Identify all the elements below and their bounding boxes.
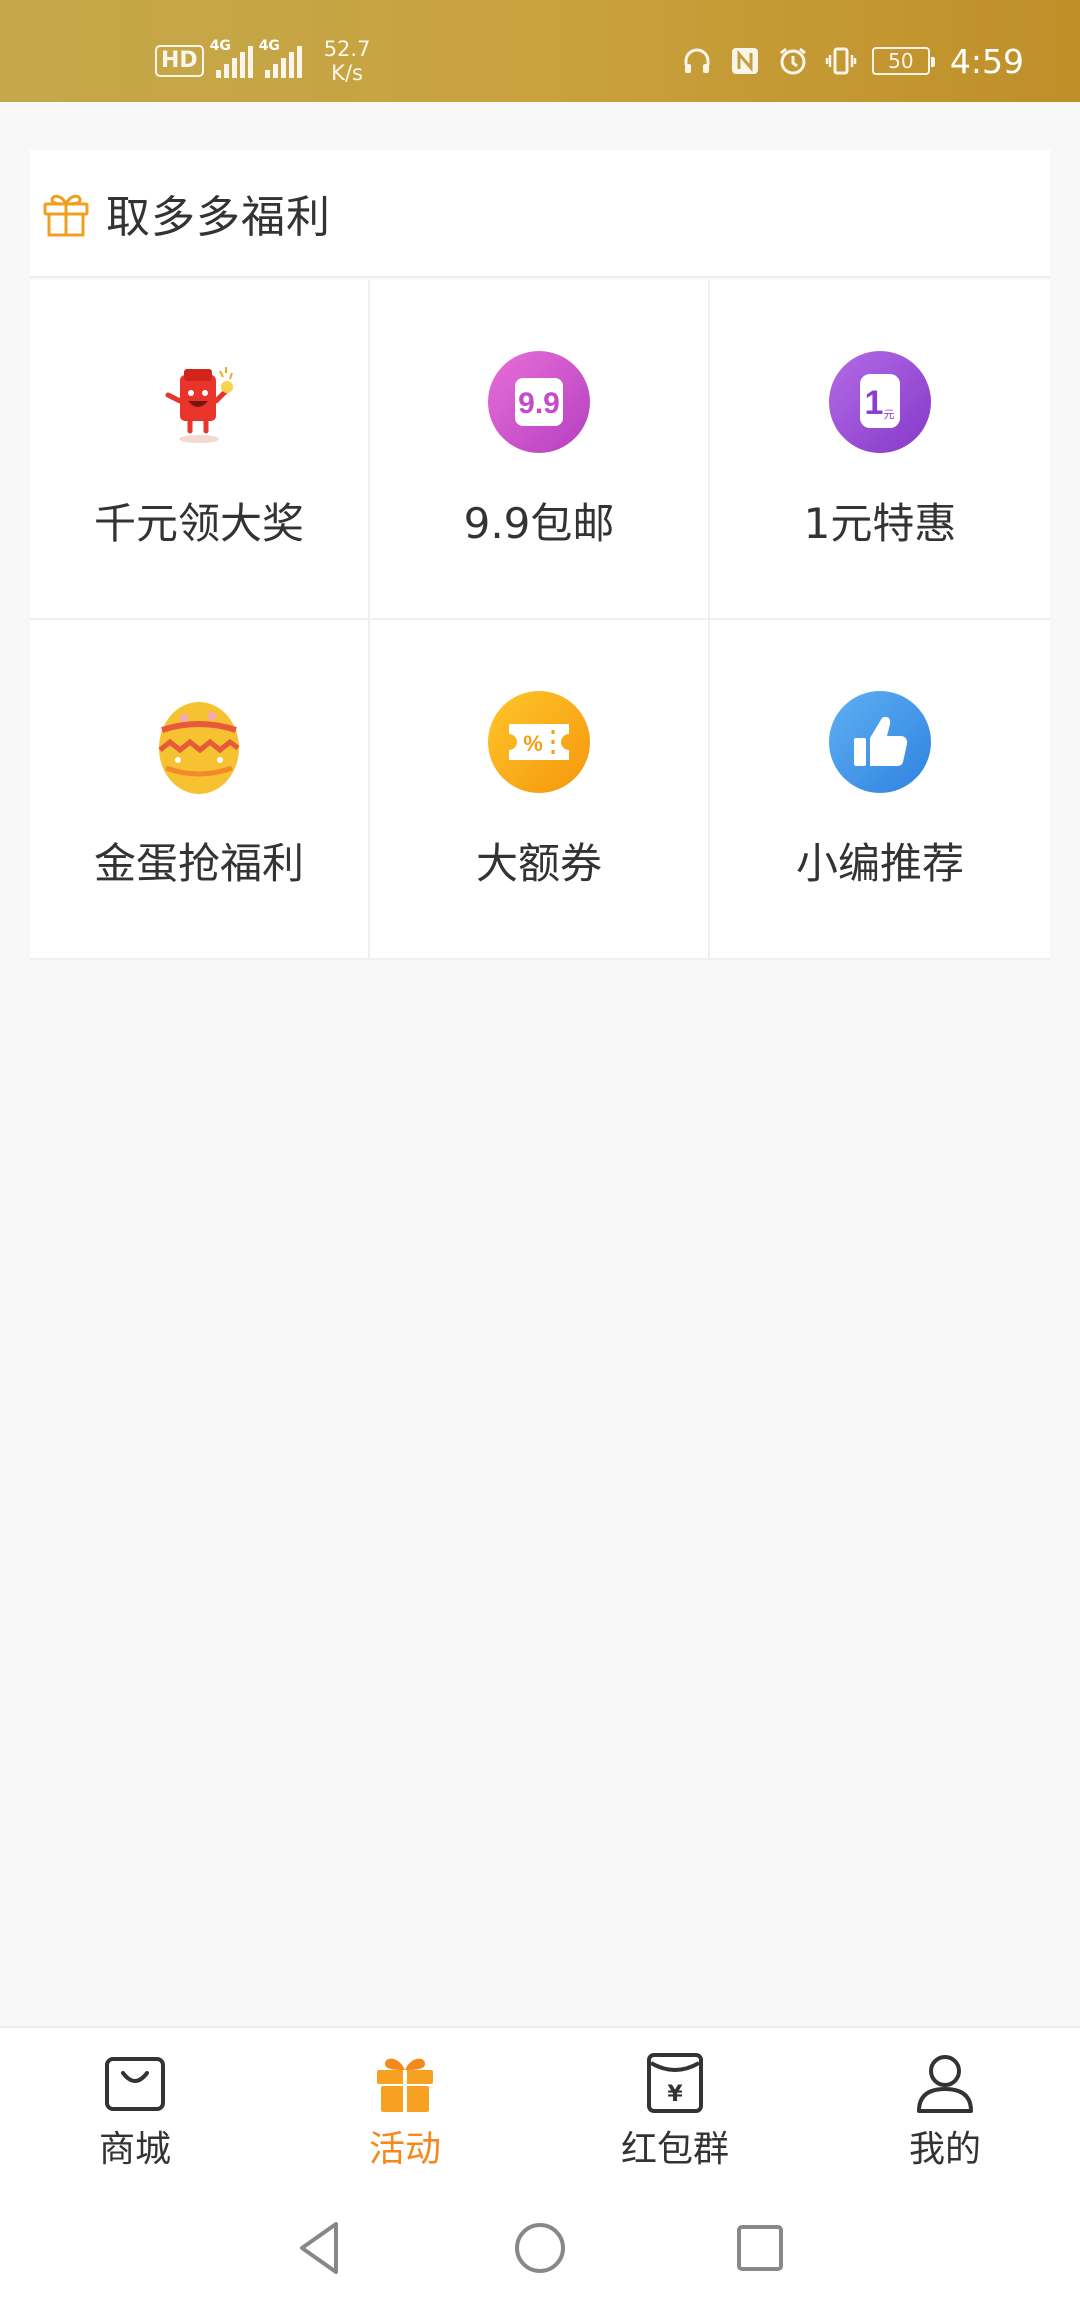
recent-apps-icon[interactable]: [730, 2218, 790, 2278]
benefits-grid: 千元领大奖 9.9 9.9包邮 1 元 1元特惠 金蛋抢福利 % 大额券 小编推…: [30, 280, 1050, 960]
shopping-bag-icon: [102, 2050, 168, 2116]
battery-icon: 50: [871, 47, 935, 75]
red-packet-mascot-icon: [147, 350, 251, 454]
alarm-icon: [776, 44, 810, 78]
svg-text:¥: ¥: [667, 2082, 683, 2107]
gift-box-icon: [372, 2050, 438, 2116]
status-bar: HD 4G 4G 52.7 K/s 50 4:59: [0, 0, 1080, 102]
grid-item-golden-egg[interactable]: 金蛋抢福利: [30, 620, 370, 960]
system-nav-bar: [0, 2186, 1080, 2310]
svg-text:元: 元: [884, 408, 895, 421]
svg-text:1: 1: [865, 384, 884, 422]
signal-strength-icon: 4G: [210, 38, 253, 78]
nfc-icon: [728, 44, 762, 78]
golden-egg-icon: [147, 690, 251, 794]
grid-item-big-coupon[interactable]: % 大额券: [370, 620, 710, 960]
grid-item-label: 9.9包邮: [463, 499, 615, 548]
nav-label: 活动: [368, 2129, 441, 2170]
grid-item-label: 千元领大奖: [93, 499, 304, 548]
svg-text:%: %: [523, 731, 543, 756]
one-yuan-icon: 1 元: [828, 350, 932, 454]
section-title: 取多多福利: [106, 192, 331, 243]
status-left: HD 4G 4G 52.7 K/s: [155, 36, 370, 86]
back-icon[interactable]: [290, 2218, 350, 2278]
vibrate-icon: [824, 44, 858, 78]
thumbs-up-icon: [828, 690, 932, 794]
grid-item-label: 大额券: [475, 839, 602, 888]
bottom-nav: 商城 活动 ¥ 红包群 我的: [0, 2026, 1080, 2186]
gift-icon: [42, 188, 90, 238]
red-envelope-yuan-icon: ¥: [642, 2050, 708, 2116]
hd-badge: HD: [155, 45, 204, 77]
headphones-icon: [680, 44, 714, 78]
grid-item-grand-prize[interactable]: 千元领大奖: [30, 280, 370, 620]
grid-item-free-shipping[interactable]: 9.9 9.9包邮: [370, 280, 710, 620]
signal-strength-icon-2: 4G: [259, 38, 302, 78]
grid-item-label: 小编推荐: [795, 839, 964, 888]
svg-text:9.9: 9.9: [518, 387, 560, 420]
person-icon: [912, 2050, 978, 2116]
nav-item-red-packet-group[interactable]: ¥ 红包群: [540, 2028, 810, 2186]
network-speed: 52.7 K/s: [323, 37, 371, 85]
home-icon[interactable]: [510, 2218, 570, 2278]
nav-label: 商城: [98, 2129, 171, 2170]
price-9-9-icon: 9.9: [487, 350, 591, 454]
section-header: 取多多福利: [30, 150, 1050, 278]
nav-item-mine[interactable]: 我的: [810, 2028, 1080, 2186]
nav-item-activities[interactable]: 活动: [270, 2028, 540, 2186]
nav-label: 我的: [908, 2129, 981, 2170]
grid-item-label: 金蛋抢福利: [93, 839, 304, 888]
coupon-icon: %: [487, 690, 591, 794]
grid-item-editor-picks[interactable]: 小编推荐: [710, 620, 1050, 960]
nav-label: 红包群: [620, 2129, 729, 2170]
nav-item-mall[interactable]: 商城: [0, 2028, 270, 2186]
status-right: 50 4:59: [680, 36, 1024, 86]
grid-item-label: 1元特惠: [803, 499, 957, 548]
clock: 4:59: [949, 41, 1024, 81]
grid-item-one-yuan[interactable]: 1 元 1元特惠: [710, 280, 1050, 620]
